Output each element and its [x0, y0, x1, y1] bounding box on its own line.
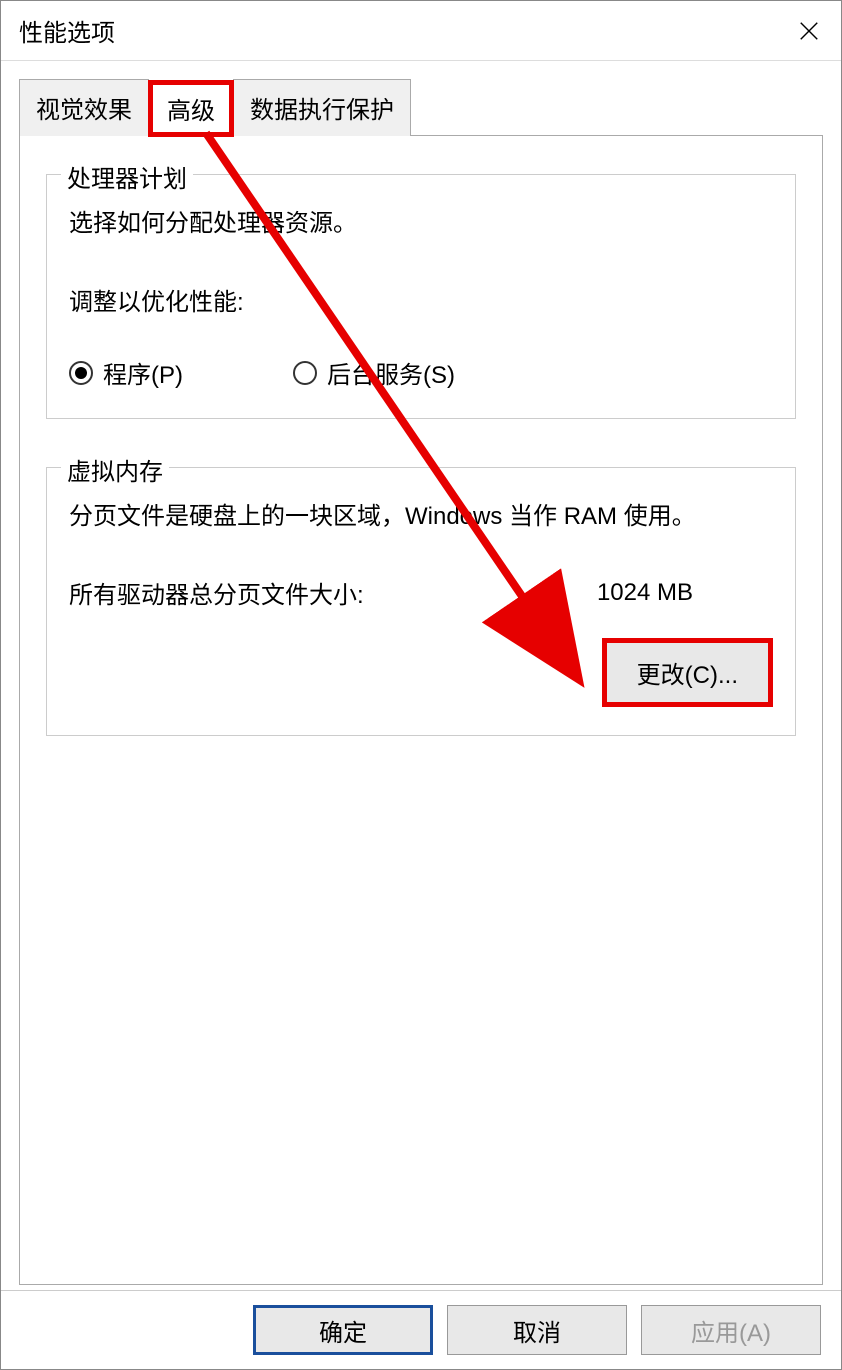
- separator: [1, 1290, 841, 1291]
- radio-background-label: 后台服务(S): [327, 355, 455, 390]
- radio-icon: [293, 361, 317, 385]
- apply-button: 应用(A): [641, 1305, 821, 1355]
- tab-dep[interactable]: 数据执行保护: [233, 79, 411, 136]
- processor-legend: 处理器计划: [61, 159, 193, 194]
- close-icon: [798, 20, 820, 42]
- tab-visual-effects[interactable]: 视觉效果: [19, 79, 149, 136]
- vm-change-wrap: 更改(C)...: [69, 638, 773, 707]
- change-button[interactable]: 更改(C)...: [602, 638, 773, 707]
- processor-radio-row: 程序(P) 后台服务(S): [69, 355, 773, 390]
- processor-desc: 选择如何分配处理器资源。: [69, 203, 773, 238]
- titlebar: 性能选项: [1, 1, 841, 61]
- vm-total-label: 所有驱动器总分页文件大小:: [69, 575, 364, 610]
- tab-bar: 视觉效果 高级 数据执行保护: [19, 79, 823, 136]
- dialog-body: 视觉效果 高级 数据执行保护 处理器计划 选择如何分配处理器资源。 调整以优化性…: [1, 61, 841, 1286]
- vm-total-value: 1024 MB: [597, 579, 773, 607]
- processor-adjust-label: 调整以优化性能:: [69, 282, 773, 317]
- vm-legend: 虚拟内存: [61, 452, 169, 487]
- processor-scheduling-group: 处理器计划 选择如何分配处理器资源。 调整以优化性能: 程序(P) 后台服务(S…: [46, 174, 796, 419]
- tab-advanced[interactable]: 高级: [148, 80, 234, 137]
- radio-programs[interactable]: 程序(P): [69, 355, 183, 390]
- window-title: 性能选项: [19, 13, 115, 48]
- cancel-button[interactable]: 取消: [447, 1305, 627, 1355]
- radio-icon: [69, 361, 93, 385]
- radio-background[interactable]: 后台服务(S): [293, 355, 455, 390]
- vm-desc: 分页文件是硬盘上的一块区域，Windows 当作 RAM 使用。: [69, 496, 773, 531]
- performance-options-dialog: 性能选项 视觉效果 高级 数据执行保护 处理器计划 选择如何分配处理器资源。 调…: [0, 0, 842, 1370]
- vm-total-row: 所有驱动器总分页文件大小: 1024 MB: [69, 575, 773, 610]
- close-button[interactable]: [789, 11, 829, 51]
- tab-content-advanced: 处理器计划 选择如何分配处理器资源。 调整以优化性能: 程序(P) 后台服务(S…: [19, 135, 823, 1285]
- dialog-button-row: 确定 取消 应用(A): [253, 1305, 821, 1355]
- virtual-memory-group: 虚拟内存 分页文件是硬盘上的一块区域，Windows 当作 RAM 使用。 所有…: [46, 467, 796, 736]
- ok-button[interactable]: 确定: [253, 1305, 433, 1355]
- radio-programs-label: 程序(P): [103, 355, 183, 390]
